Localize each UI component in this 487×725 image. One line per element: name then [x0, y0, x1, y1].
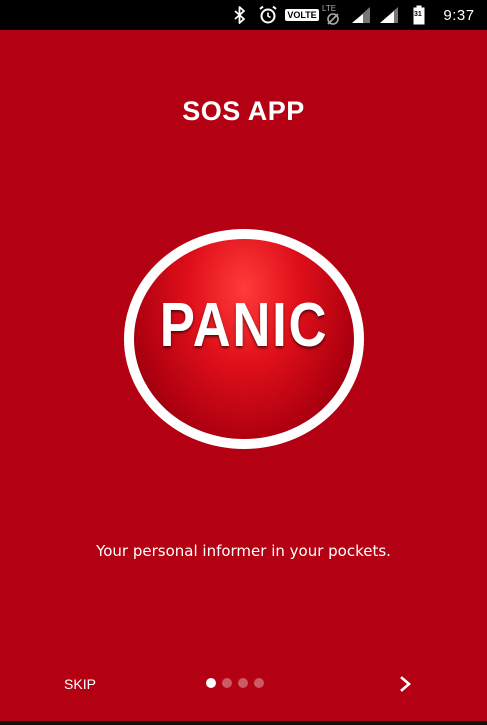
signal-icon — [350, 0, 372, 30]
page-dot — [254, 678, 264, 688]
onboarding-description: Your personal informer in your pockets. — [96, 542, 391, 560]
panic-button-image: PANIC — [124, 229, 364, 449]
page-dot-active — [206, 678, 216, 688]
volte-label: VOLTE — [285, 9, 319, 21]
page-dot — [238, 678, 248, 688]
page-title: SOS APP — [182, 96, 305, 126]
alarm-icon — [256, 0, 280, 30]
battery-label: 31 — [414, 11, 422, 18]
bluetooth-icon — [230, 0, 250, 30]
panic-label: PANIC — [159, 291, 329, 360]
next-button[interactable] — [392, 670, 420, 698]
lte-data-icon: LTE — [320, 0, 348, 30]
lte-label: LTE — [322, 4, 337, 13]
chevron-right-icon — [400, 676, 411, 692]
volte-icon: VOLTE — [285, 0, 319, 30]
page-dot — [222, 678, 232, 688]
skip-button[interactable]: SKIP — [52, 671, 108, 697]
battery-icon: 31 — [410, 0, 428, 30]
status-bar: VOLTE LTE 31 9:37 — [0, 0, 487, 30]
navigation-bar-edge — [0, 721, 487, 725]
signal-icon — [378, 0, 400, 30]
onboarding-screen: VOLTE LTE 31 9:37 SOS APP PANIC Your per… — [0, 0, 487, 725]
page-indicator — [206, 677, 270, 689]
clock: 9:37 — [443, 6, 475, 24]
